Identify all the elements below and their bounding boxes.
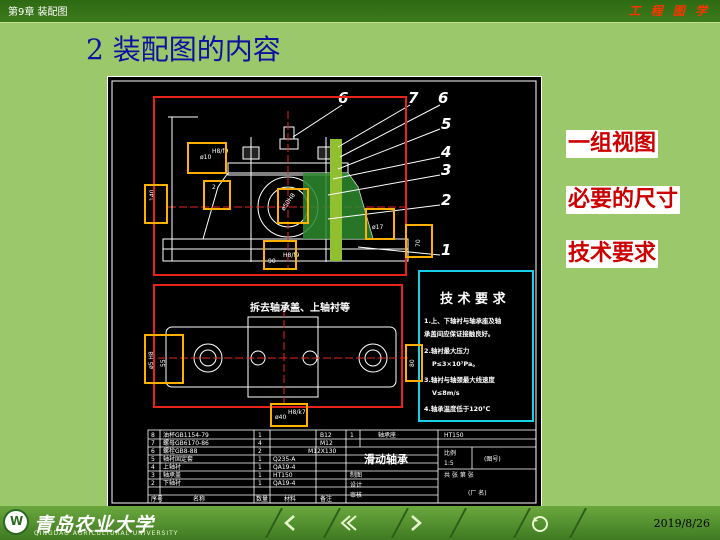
next-icon[interactable] [388,508,436,538]
note-line: P≤3×10⁷Pa。 [432,360,479,368]
bom-qty: 1 [258,480,262,487]
tag-views: 一组视图 [566,130,659,158]
bom-name: 上轴衬 [163,463,181,471]
callout-4: 4 [440,143,451,161]
note-line: 4.轴承温度低于120℃ [424,404,491,413]
bom-note: M12X130 [308,448,337,455]
bom-no: 5 [151,456,155,463]
dim-phi10: ø10 [200,154,211,161]
bom-mat: HT150 [273,472,293,479]
dim-70: 70 [415,239,422,247]
dim-fit3: H8/k7 [288,409,306,416]
tag-requirements: 技术要求 [566,240,659,268]
dim-phi17: ø17 [372,224,383,231]
bom-qty: 1 [258,472,262,479]
callout-7: 7 [408,89,419,107]
dim-phi40: ø40 [275,414,286,421]
bom-name: 轴衬固定套 [163,455,193,463]
tb-part1: 轴承座 [378,431,396,439]
bom-header-note: 备注 [320,495,332,503]
bom-header-mat: 材料 [284,495,296,503]
callout-2: 2 [441,191,451,209]
bom-no: 4 [151,464,155,471]
bom-qty: 1 [258,464,262,471]
bom-name: 油杯GB1154-79 [163,431,209,439]
chapter-label: 第9章 装配图 [8,7,68,18]
dim-2: 2 [212,184,216,191]
dim-phi50: ø50H8 [280,192,297,212]
callout-3: 3 [441,161,451,179]
divider-icon [569,508,587,538]
tb-factory: (厂 名) [468,489,487,497]
bom-mat: QA19-4 [273,464,296,471]
dim-55: 55 [160,359,167,367]
bom-name: 下轴衬 [163,479,181,487]
bom-no: 8 [151,432,155,439]
note-line: V≤8m/s [432,389,460,397]
tb-part1-no: 1 [350,432,354,439]
top-bar: 第9章 装配图 工 程 图 学 [0,0,720,23]
tb-draw-label: 制图 [350,471,362,479]
bom-header-name: 名称 [193,495,205,503]
bom-no: 7 [151,440,155,447]
bom-no: 6 [151,448,155,455]
note-line: 承盖间应保证接触良好。 [424,329,494,338]
tag-dimensions: 必要的尺寸 [566,186,681,214]
callout-6b: 6 [438,89,448,107]
prev-icon[interactable] [262,508,310,538]
callout-1: 1 [441,241,451,259]
bom-name: 轴承盖 [163,471,181,479]
bom-mat: QA19-4 [273,480,296,487]
divider-icon [449,508,467,538]
university-name-en: QINGDAO AGRICULTURAL UNIVERSITY [34,530,179,537]
back-icon[interactable] [320,508,368,538]
bom-name: 螺母GB6170-86 [163,439,209,447]
tb-scale: 1:5 [444,460,454,467]
tb-part1-mat: HT150 [444,432,464,439]
note-line: 1.上、下轴衬与轴承座及轴 [424,316,502,325]
bom-qty: 1 [258,432,262,439]
tb-drawing-no: (图号) [484,456,501,463]
tb-scale-label: 比例 [444,449,456,457]
top-view-label: 拆去轴承盖、上轴衬等 [250,301,350,314]
university-logo-icon: W [3,509,29,535]
bom-qty: 2 [258,448,262,455]
bom-no: 3 [151,472,155,479]
return-icon[interactable] [510,508,558,538]
notes-title: 技 术 要 求 [440,291,507,307]
bom-no: 2 [151,480,155,487]
bom-qty: 1 [258,456,262,463]
assembly-drawing: 6 7 6 5 4 3 2 1 ø10 H8/f9 2 140 ø50H8 ø1… [107,76,542,508]
tb-assembly-name: 滑动轴承 [364,452,409,466]
callout-5: 5 [441,115,451,133]
bom-note: M12 [320,440,333,447]
dim-80: 80 [409,359,416,367]
slide-title: 2 装配图的内容 [86,33,281,66]
tb-total: 共 张 第 张 [444,471,474,479]
bom-note: B12 [320,432,332,439]
top-view [158,309,408,405]
tb-design-label: 设计 [350,481,362,489]
dim-box-2 [203,180,231,210]
bom-qty: 4 [258,440,262,447]
bom-header-qty: 数量 [256,495,268,503]
bom-header-seq: 序号 [151,495,163,503]
slide-date: 2019/8/26 [653,517,710,530]
assembly-drawing-svg: 6 7 6 5 4 3 2 1 ø10 H8/f9 2 140 ø50H8 ø1… [111,80,537,504]
note-line: 3.轴衬与轴颈最大线速度 [424,375,495,384]
bom-name: 螺栓GB8-88 [163,447,198,455]
bom-mat: Q235-A [273,456,296,463]
tb-check-label: 审核 [350,491,362,499]
course-brand: 工 程 图 学 [628,4,710,18]
dim-90: 90 [268,258,276,265]
note-line: 2.轴衬最大压力 [424,346,469,355]
